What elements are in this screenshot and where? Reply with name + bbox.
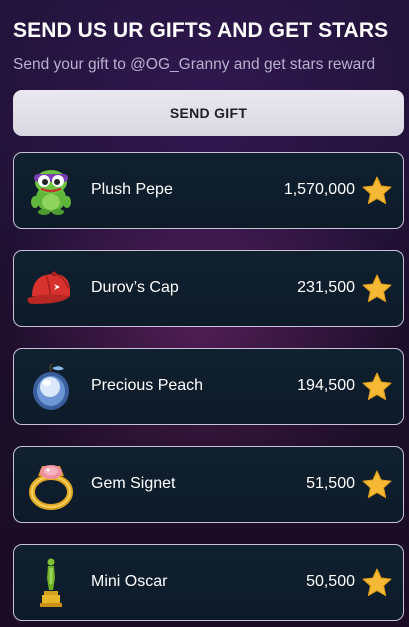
gem-signet-icon <box>24 458 78 512</box>
gift-price: 231,500 <box>297 279 355 296</box>
plush-pepe-icon <box>24 164 78 218</box>
star-icon <box>361 567 393 599</box>
gift-name: Durov’s Cap <box>91 279 179 296</box>
gift-row-gem-signet[interactable]: Gem Signet 51,500 <box>13 446 404 523</box>
gift-price: 51,500 <box>306 475 355 492</box>
gift-price: 50,500 <box>306 573 355 590</box>
star-icon <box>361 469 393 501</box>
gift-row-durovs-cap[interactable]: Durov’s Cap 231,500 <box>13 250 404 327</box>
gift-row-mini-oscar[interactable]: Mini Oscar 50,500 <box>13 544 404 621</box>
mini-oscar-icon <box>24 556 78 610</box>
gift-exchange-page: SEND US UR GIFTS AND GET STARS Send your… <box>0 0 409 627</box>
star-icon <box>361 175 393 207</box>
gift-row-plush-pepe[interactable]: Plush Pepe 1,570,000 <box>13 152 404 229</box>
gift-price: 1,570,000 <box>283 181 355 198</box>
star-icon <box>361 371 393 403</box>
page-title: SEND US UR GIFTS AND GET STARS <box>13 19 389 42</box>
gift-name: Gem Signet <box>91 475 176 492</box>
star-icon <box>361 273 393 305</box>
precious-peach-icon <box>24 360 78 414</box>
gift-list: Plush Pepe 1,570,000 Durov’s Cap 231,500 <box>13 152 404 621</box>
send-gift-button[interactable]: SEND GIFT <box>13 90 404 136</box>
gift-name: Mini Oscar <box>91 573 168 590</box>
durovs-cap-icon <box>24 262 78 316</box>
gift-name: Precious Peach <box>91 377 204 394</box>
gift-name: Plush Pepe <box>91 181 173 198</box>
gift-price: 194,500 <box>297 377 355 394</box>
gift-row-precious-peach[interactable]: Precious Peach 194,500 <box>13 348 404 425</box>
page-subtitle: Send your gift to @OG_Granny and get sta… <box>13 56 376 73</box>
